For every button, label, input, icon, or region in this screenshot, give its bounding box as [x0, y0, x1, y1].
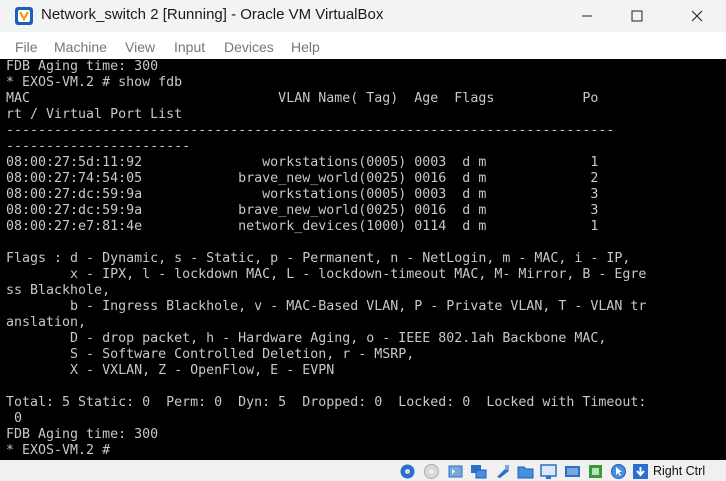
menu-input[interactable]: Input	[174, 39, 205, 55]
console-line: X - VXLAN, Z - OpenFlow, E - EVPN	[6, 363, 335, 378]
console-line: * EXOS-VM.2 #	[6, 443, 111, 458]
close-button[interactable]	[674, 0, 720, 32]
console-line: 0	[6, 411, 23, 426]
menu-devices[interactable]: Devices	[224, 39, 274, 55]
console-line: FDB Aging time: 300	[6, 59, 159, 74]
console-line: S - Software Controlled Deletion, r - MS…	[6, 347, 415, 362]
maximize-icon	[631, 10, 643, 22]
console-line: Total: 5 Static: 0 Perm: 0 Dyn: 5 Droppe…	[6, 395, 647, 410]
console-line: x - IPX, l - lockdown MAC, L - lockdown-…	[6, 267, 647, 282]
menu-help[interactable]: Help	[291, 39, 320, 55]
console-line: D - drop packet, h - Hardware Aging, o -…	[6, 331, 607, 346]
console-line: anslation,	[6, 315, 87, 330]
console-line: ----------------------------------------…	[6, 123, 615, 138]
maximize-button[interactable]	[614, 0, 660, 32]
window-title: Network_switch 2 [Running] - Oracle VM V…	[41, 6, 384, 23]
optical-drive-icon[interactable]	[423, 463, 440, 480]
menu-file[interactable]: File	[15, 39, 38, 55]
cpu-icon[interactable]	[587, 463, 604, 480]
console-line: FDB Aging time: 300	[6, 427, 159, 442]
console-line: 08:00:27:e7:81:4e network_devices(1000) …	[6, 219, 599, 234]
console-line: -----------------------	[6, 139, 191, 154]
console-line: 08:00:27:dc:59:9a workstations(0005) 000…	[6, 187, 599, 202]
console-line: 08:00:27:5d:11:92 workstations(0005) 000…	[6, 155, 599, 170]
vm-console-screen[interactable]: FDB Aging time: 300 * EXOS-VM.2 # show fd…	[0, 59, 726, 460]
title-bar[interactable]: Network_switch 2 [Running] - Oracle VM V…	[0, 0, 726, 32]
virtualbox-icon	[15, 7, 33, 25]
console-line: ss Blackhole,	[6, 283, 111, 298]
host-key-label: Right Ctrl	[653, 464, 706, 478]
menu-view[interactable]: View	[125, 39, 155, 55]
console-line: rt / Virtual Port List	[6, 107, 183, 122]
usb-icon[interactable]	[494, 463, 511, 480]
shared-folders-icon[interactable]	[517, 463, 534, 480]
status-bar: Right Ctrl	[0, 460, 726, 481]
minimize-icon	[582, 15, 592, 17]
display-icon[interactable]	[540, 463, 557, 480]
audio-icon[interactable]	[447, 463, 464, 480]
console-line: Flags : d - Dynamic, s - Static, p - Per…	[6, 251, 631, 266]
console-line: * EXOS-VM.2 # show fdb	[6, 75, 183, 90]
menu-bar: File Machine View Input Devices Help	[0, 33, 726, 59]
console-line: 08:00:27:74:54:05 brave_new_world(0025) …	[6, 171, 599, 186]
console-line: 08:00:27:dc:59:9a brave_new_world(0025) …	[6, 203, 599, 218]
hard-disk-icon[interactable]	[399, 463, 416, 480]
video-capture-icon[interactable]	[564, 463, 581, 480]
keyboard-icon[interactable]	[632, 463, 649, 480]
network-icon[interactable]	[470, 463, 487, 480]
minimize-button[interactable]	[564, 0, 610, 32]
close-icon	[691, 10, 703, 22]
menu-machine[interactable]: Machine	[54, 39, 107, 55]
mouse-integration-icon[interactable]	[610, 463, 627, 480]
console-line: b - Ingress Blackhole, v - MAC-Based VLA…	[6, 299, 647, 314]
console-line: MAC VLAN Name( Tag) Age Flags Po	[6, 91, 599, 106]
